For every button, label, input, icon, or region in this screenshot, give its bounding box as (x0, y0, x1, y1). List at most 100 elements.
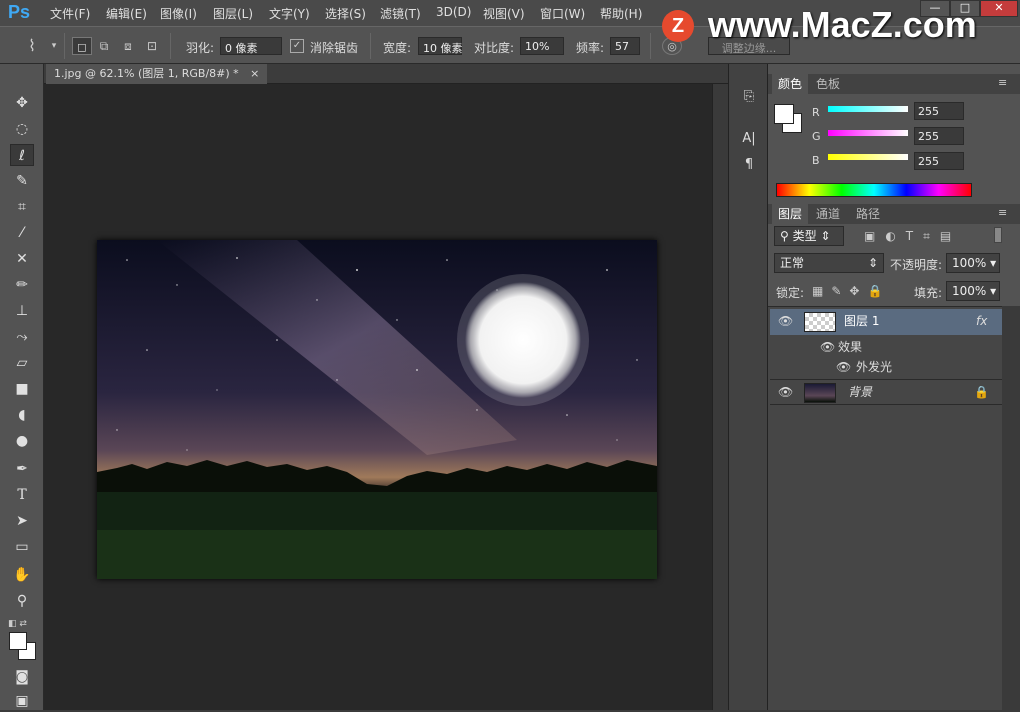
menu-select[interactable]: 选择(S) (325, 5, 366, 22)
layers-list: 👁 图层 1 fx 👁 效果 👁 外发光 👁 背景 🔒 (768, 306, 1002, 710)
layer-kind-filter[interactable]: ⚲ 类型 ⇕ (774, 226, 844, 246)
fx-icon[interactable]: fx (976, 309, 987, 333)
polygonal-lasso-preset-icon[interactable]: ⌇ (22, 37, 42, 55)
type-tool-icon[interactable]: T (10, 484, 34, 506)
layer-row-background[interactable]: 👁 背景 🔒 (770, 379, 1002, 405)
visibility-eye-icon[interactable]: 👁 (778, 309, 793, 333)
eraser-tool-icon[interactable]: ▱ (10, 352, 34, 374)
effect-item-label: 外发光 (856, 360, 893, 374)
chevron-down-icon[interactable]: ▾ (44, 37, 64, 55)
menu-file[interactable]: 文件(F) (50, 5, 90, 22)
default-colors-icon[interactable]: ◧ ⇄ (8, 619, 27, 629)
close-window-button[interactable]: ✕ (980, 0, 1018, 17)
lock-label: 锁定: (776, 286, 805, 300)
character-panel-icon[interactable]: A| (737, 128, 761, 150)
tab-color[interactable]: 颜色 (772, 74, 809, 94)
menu-layer[interactable]: 图层(L) (213, 5, 253, 22)
frequency-label: 频率: (576, 41, 605, 55)
quick-selection-tool-icon[interactable]: ✎ (10, 170, 34, 192)
pen-tool-icon[interactable]: ✒ (10, 458, 34, 480)
effects-row[interactable]: 👁 效果 (770, 337, 1002, 357)
tab-layers[interactable]: 图层 (772, 204, 809, 224)
menu-edit[interactable]: 编辑(E) (106, 5, 147, 22)
subtract-selection-icon[interactable]: ⧈ (118, 37, 138, 55)
menu-view[interactable]: 视图(V) (483, 5, 525, 22)
menu-filter[interactable]: 滤镜(T) (380, 5, 421, 22)
menu-type[interactable]: 文字(Y) (269, 5, 310, 22)
layer-thumbnail (804, 312, 836, 332)
color-spectrum-ramp[interactable] (776, 183, 972, 197)
filter-toggle[interactable] (994, 227, 1002, 243)
contrast-input[interactable]: 10% (520, 37, 564, 55)
shape-tool-icon[interactable]: ▭ (10, 536, 34, 558)
effect-eye-icon[interactable]: 👁 (836, 357, 851, 377)
intersect-selection-icon[interactable]: ⊡ (142, 37, 162, 55)
hand-tool-icon[interactable]: ✋ (10, 564, 34, 586)
menu-help[interactable]: 帮助(H) (600, 5, 642, 22)
antialias-checkbox[interactable]: ✓ (290, 39, 304, 53)
effects-label: 效果 (838, 340, 863, 354)
blend-mode-value: 正常 (780, 256, 805, 270)
blue-channel-slider[interactable] (828, 154, 908, 160)
gradient-tool-icon[interactable]: ■ (10, 378, 34, 400)
menu-3d[interactable]: 3D(D) (436, 5, 471, 19)
blur-tool-icon[interactable]: ◖ (10, 404, 34, 426)
move-tool-icon[interactable]: ✥ (10, 92, 34, 114)
green-channel-slider[interactable] (828, 130, 908, 136)
visibility-eye-icon[interactable]: 👁 (778, 380, 793, 404)
layer-filter-icons[interactable]: ▣◐T⌗▤ (864, 229, 961, 244)
blend-mode-select[interactable]: 正常 ⇕ (774, 253, 884, 273)
crop-tool-icon[interactable]: ⌗ (10, 196, 34, 218)
layer-row-1[interactable]: 👁 图层 1 fx (770, 309, 1002, 335)
quick-mask-icon[interactable]: ◙ (10, 666, 34, 688)
red-channel-input[interactable]: 255 (914, 102, 964, 120)
brush-tool-icon[interactable]: ✏ (10, 274, 34, 296)
lasso-tool-icon[interactable]: ℓ (10, 144, 34, 166)
lock-options-icons[interactable]: ▦✎✥🔒 (812, 284, 890, 298)
opacity-input[interactable]: 100% ▾ (946, 253, 1000, 273)
fill-label: 填充: (914, 286, 943, 300)
document-tab[interactable]: 1.jpg @ 62.1% (图层 1, RGB/8#) * × (46, 64, 268, 84)
marquee-tool-icon[interactable]: ◌ (10, 118, 34, 140)
menu-image[interactable]: 图像(I) (160, 5, 197, 22)
screen-mode-icon[interactable]: ▣ (10, 690, 34, 712)
fill-input[interactable]: 100% ▾ (946, 281, 1000, 301)
green-channel-label: G (812, 130, 821, 143)
frequency-input[interactable]: 57 (610, 37, 640, 55)
blue-channel-input[interactable]: 255 (914, 152, 964, 170)
history-brush-tool-icon[interactable]: ⤳ (10, 326, 34, 348)
layer-name[interactable]: 图层 1 (844, 309, 879, 333)
panel-menu-icon[interactable]: ≡ (998, 76, 1007, 89)
photo-image (97, 240, 657, 579)
layer-name[interactable]: 背景 (848, 380, 872, 404)
healing-brush-tool-icon[interactable]: ✕ (10, 248, 34, 270)
color-foreground-swatch[interactable] (774, 104, 794, 124)
history-panel-icon[interactable]: ⎘ (737, 86, 761, 108)
tab-swatches[interactable]: 色板 (810, 74, 846, 94)
clone-stamp-tool-icon[interactable]: ⊥ (10, 300, 34, 322)
green-channel-input[interactable]: 255 (914, 127, 964, 145)
paragraph-panel-icon[interactable]: ¶ (737, 154, 761, 176)
tab-paths[interactable]: 路径 (850, 204, 886, 224)
blue-channel-label: B (812, 154, 820, 167)
add-selection-icon[interactable]: ⧉ (94, 37, 114, 55)
effect-item-row[interactable]: 👁 外发光 (770, 357, 1002, 377)
panel-menu-icon[interactable]: ≡ (998, 206, 1007, 219)
tab-channels[interactable]: 通道 (810, 204, 846, 224)
feather-input[interactable]: 0 像素 (220, 37, 282, 55)
foreground-color-swatch[interactable] (9, 632, 27, 650)
red-channel-slider[interactable] (828, 106, 908, 112)
watermark-text: www.MacZ.com (708, 4, 977, 45)
close-tab-icon[interactable]: × (250, 67, 259, 80)
new-selection-icon[interactable]: ◻ (72, 37, 92, 55)
width-input[interactable]: 10 像素 (418, 37, 463, 55)
layers-scrollbar[interactable] (1002, 306, 1020, 710)
zoom-tool-icon[interactable]: ⚲ (10, 590, 34, 612)
path-selection-tool-icon[interactable]: ➤ (10, 510, 34, 532)
menu-window[interactable]: 窗口(W) (540, 5, 585, 22)
vertical-scrollbar[interactable] (712, 84, 728, 710)
eyedropper-tool-icon[interactable]: ⁄ (10, 222, 34, 244)
effects-eye-icon[interactable]: 👁 (820, 337, 835, 357)
night-sky-photo[interactable] (97, 240, 657, 579)
dodge-tool-icon[interactable]: ● (10, 430, 34, 452)
